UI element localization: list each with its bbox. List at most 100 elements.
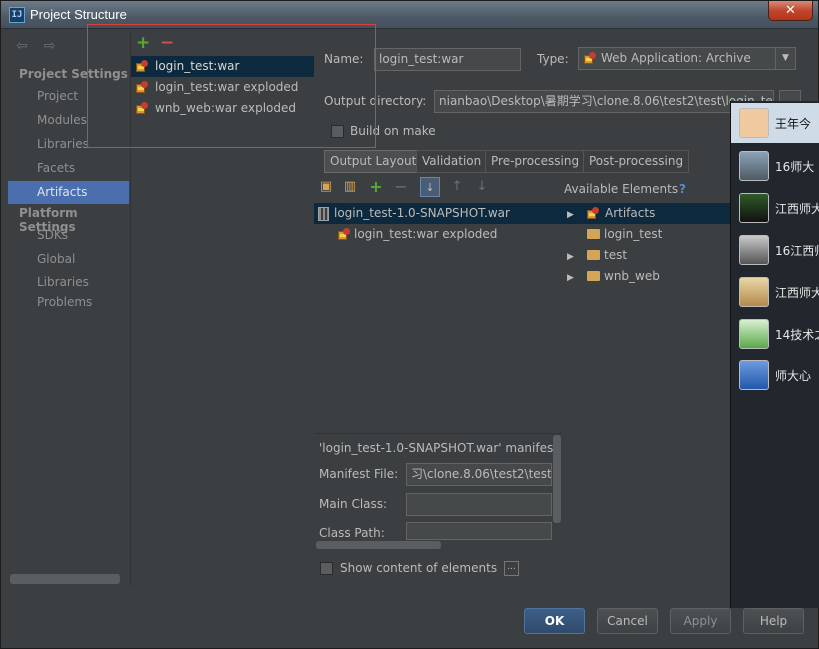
- nav-item-libraries[interactable]: Libraries: [8, 133, 129, 156]
- new-directory-icon[interactable]: ▣: [316, 177, 336, 197]
- artifact-list-panel: + − login_test:war login_test:war explod…: [130, 31, 314, 586]
- manifest-horizontal-scrollbar[interactable]: [316, 541, 441, 549]
- qq-contact-name: 江西师大: [775, 202, 819, 216]
- module-folder-icon: [587, 228, 600, 239]
- qq-contact[interactable]: 16师大: [731, 146, 819, 186]
- qq-contact-name: 王年今: [775, 117, 812, 131]
- ok-button[interactable]: OK: [524, 608, 585, 634]
- nav-item-global-libraries[interactable]: Global Libraries: [8, 248, 129, 289]
- avatar: [739, 151, 769, 181]
- more-options-button[interactable]: ...: [504, 561, 519, 576]
- available-row[interactable]: login_test: [563, 224, 730, 245]
- remove-artifact-button[interactable]: −: [160, 34, 174, 52]
- layout-tree-row[interactable]: login_test:war exploded: [314, 224, 563, 245]
- qq-contact[interactable]: 14技术之: [731, 314, 819, 354]
- qq-contact[interactable]: 江西师大: [731, 272, 819, 312]
- qq-contact[interactable]: 16江西师: [731, 230, 819, 270]
- artifact-item[interactable]: login_test:war exploded: [131, 77, 314, 98]
- qq-contact-list: 王年今 16师大 江西师大 16江西师 江西师大 14技术之 师大心: [730, 101, 819, 608]
- artifact-label: login_test:war exploded: [155, 80, 299, 94]
- main-class-label: Main Class:: [319, 497, 388, 511]
- window-title: Project Structure: [30, 7, 127, 22]
- manifest-file-field[interactable]: 习\clone.8.06\test2\test\: [406, 463, 552, 486]
- artifact-label: login_test:war: [155, 59, 240, 73]
- nav-arrows: ⇦ ⇨: [16, 39, 68, 53]
- war-icon: [136, 60, 149, 73]
- nav-item-artifacts[interactable]: Artifacts: [8, 181, 129, 204]
- name-field[interactable]: login_test:war: [374, 48, 521, 71]
- move-down-icon[interactable]: ↓: [472, 177, 492, 197]
- avatar: [739, 235, 769, 265]
- expand-arrow-icon[interactable]: ▶: [567, 268, 583, 289]
- war-exploded-icon: [338, 228, 351, 241]
- jar-icon: [318, 206, 329, 221]
- chevron-down-icon[interactable]: ▼: [775, 48, 795, 69]
- add-artifact-button[interactable]: +: [136, 34, 150, 52]
- archive-icon[interactable]: ▥: [340, 177, 360, 197]
- nav-item-modules[interactable]: Modules: [8, 109, 129, 132]
- available-row-label: wnb_web: [604, 269, 660, 283]
- avatar: [739, 319, 769, 349]
- title-bar[interactable]: IJ Project Structure ✕: [1, 1, 818, 29]
- war-exploded-icon: [136, 81, 149, 94]
- qq-contact-name: 14技术之: [775, 328, 819, 342]
- layout-tree-row[interactable]: login_test-1.0-SNAPSHOT.war: [314, 203, 563, 224]
- artifact-item[interactable]: login_test:war: [131, 56, 314, 77]
- available-row[interactable]: ▶ Artifacts: [563, 203, 730, 224]
- move-up-icon[interactable]: ↑: [447, 177, 467, 197]
- tab-validation[interactable]: Validation: [416, 150, 488, 173]
- remove-element-icon[interactable]: −: [391, 177, 411, 197]
- artifacts-icon: [587, 207, 600, 220]
- avatar: [739, 108, 769, 138]
- back-arrow-icon[interactable]: ⇦: [16, 39, 30, 53]
- class-path-label: Class Path:: [319, 526, 385, 540]
- cancel-button[interactable]: Cancel: [597, 608, 658, 634]
- available-row[interactable]: ▶ wnb_web: [563, 266, 730, 287]
- tab-pre-processing[interactable]: Pre-processing: [485, 150, 586, 173]
- nav-item-project[interactable]: Project: [8, 85, 129, 108]
- help-icon[interactable]: ?: [679, 182, 686, 196]
- tree-row-label: login_test-1.0-SNAPSHOT.war: [334, 206, 510, 220]
- expand-arrow-icon[interactable]: ▶: [567, 247, 583, 268]
- qq-contact-name: 16师大: [775, 160, 815, 174]
- qq-contact[interactable]: 江西师大: [731, 188, 819, 228]
- avatar: [739, 193, 769, 223]
- type-label: Type:: [537, 52, 569, 66]
- close-button[interactable]: ✕: [768, 1, 813, 21]
- qq-contact-name: 江西师大: [775, 286, 819, 300]
- available-row[interactable]: ▶ test: [563, 245, 730, 266]
- main-class-field[interactable]: [406, 493, 552, 516]
- sort-icon[interactable]: ↓: [420, 177, 440, 197]
- qq-contact-name: 16江西师: [775, 244, 819, 258]
- build-on-make-checkbox[interactable]: [331, 125, 344, 138]
- nav-item-problems[interactable]: Problems: [8, 291, 129, 314]
- show-content-checkbox[interactable]: [320, 562, 333, 575]
- war-exploded-icon: [136, 102, 149, 115]
- artifact-label: wnb_web:war exploded: [155, 101, 296, 115]
- nav-scrollbar[interactable]: [10, 574, 120, 584]
- qq-contact[interactable]: 王年今: [731, 103, 819, 143]
- manifest-file-label: Manifest File:: [319, 467, 399, 481]
- manifest-vertical-scrollbar[interactable]: [553, 435, 561, 523]
- tab-output-layout[interactable]: Output Layout: [324, 150, 423, 173]
- help-button[interactable]: Help: [743, 608, 804, 634]
- tab-post-processing[interactable]: Post-processing: [583, 150, 690, 173]
- nav-item-facets[interactable]: Facets: [8, 157, 129, 180]
- qq-contact[interactable]: 师大心: [731, 355, 819, 395]
- artifact-item[interactable]: wnb_web:war exploded: [131, 98, 314, 119]
- class-path-field[interactable]: [406, 522, 552, 540]
- add-element-icon[interactable]: +: [366, 177, 386, 197]
- project-structure-window: IJ Project Structure ✕ ⇦ ⇨ Project Setti…: [0, 0, 819, 649]
- available-elements-label: Available Elements: [564, 182, 679, 196]
- nav-item-sdks[interactable]: SDKs: [8, 224, 129, 247]
- project-settings-header: Project Settings: [19, 67, 128, 81]
- show-content-label: Show content of elements: [340, 561, 498, 575]
- settings-nav: ⇦ ⇨ Project Settings Project Modules Lib…: [8, 31, 129, 586]
- output-directory-field[interactable]: nianbao\Desktop\暑期学习\clone.8.06\test2\te…: [434, 90, 774, 113]
- type-select[interactable]: Web Application: Archive ▼: [578, 47, 796, 70]
- forward-arrow-icon[interactable]: ⇨: [44, 39, 58, 53]
- expand-arrow-icon[interactable]: ▶: [567, 205, 583, 226]
- module-folder-icon: [587, 270, 600, 281]
- type-select-value: Web Application: Archive: [601, 51, 751, 65]
- apply-button[interactable]: Apply: [670, 608, 731, 634]
